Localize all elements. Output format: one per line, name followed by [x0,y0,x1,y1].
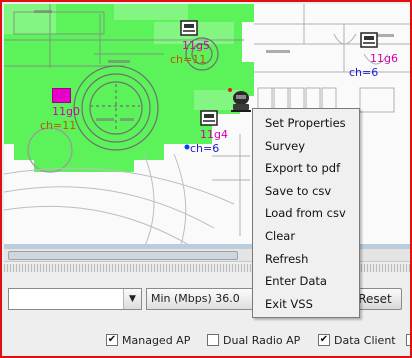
checkbox-label: Managed AP [122,333,191,347]
ap-name-label: 11g5 [182,39,210,52]
filter-combo[interactable]: ▼ [8,288,142,310]
chevron-down-icon[interactable]: ▼ [123,289,141,309]
ap-name-label: 11g6 [370,52,398,65]
data-client-checkbox[interactable]: ✔ Data Client [318,332,396,348]
access-point-icon[interactable] [180,20,198,36]
client-device-icon[interactable] [230,90,252,114]
menu-item-set-properties[interactable]: Set Properties [253,112,359,135]
next-checkbox[interactable] [406,332,410,348]
checkbox-box[interactable]: ✔ [318,334,330,346]
ap-channel-label: ch=6 [190,142,220,155]
selected-access-point-marker[interactable] [52,88,71,103]
ap-channel-label: ch=11 [40,119,77,132]
menu-item-exit-vss[interactable]: Exit VSS [253,293,359,316]
menu-item-save-csv[interactable]: Save to csv [253,180,359,203]
checkbox-box[interactable]: ✔ [106,334,118,346]
ap-name-label: 11g0 [52,105,80,118]
app-frame: 11g5 ch=11 11g6 ch=6 11g0 ch=11 11g4 ch=… [0,0,412,358]
checkbox-label: Data Client [334,333,396,347]
checkbox-label: Dual Radio AP [223,333,301,347]
context-menu: Set Properties Survey Export to pdf Save… [252,108,360,318]
menu-item-clear[interactable]: Clear [253,225,359,248]
menu-item-survey[interactable]: Survey [253,135,359,158]
dual-radio-ap-checkbox[interactable]: Dual Radio AP [207,332,300,348]
menu-item-refresh[interactable]: Refresh [253,248,359,271]
scrollbar-thumb[interactable] [8,251,238,260]
checkbox-box[interactable] [406,334,410,346]
menu-item-enter-data[interactable]: Enter Data [253,270,359,293]
min-rate-combo[interactable]: Min (Mbps) 36.0 [146,288,264,310]
access-point-icon[interactable] [200,110,218,126]
menu-item-export-pdf[interactable]: Export to pdf [253,157,359,180]
ap-channel-label: ch=11 [170,53,207,66]
menu-item-load-csv[interactable]: Load from csv [253,202,359,225]
ap-name-label: 11g4 [200,128,228,141]
checkbox-box[interactable] [207,334,219,346]
access-point-icon[interactable] [360,32,378,48]
ap-channel-label: ch=6 [349,66,379,79]
managed-ap-checkbox[interactable]: ✔ Managed AP [106,332,190,348]
